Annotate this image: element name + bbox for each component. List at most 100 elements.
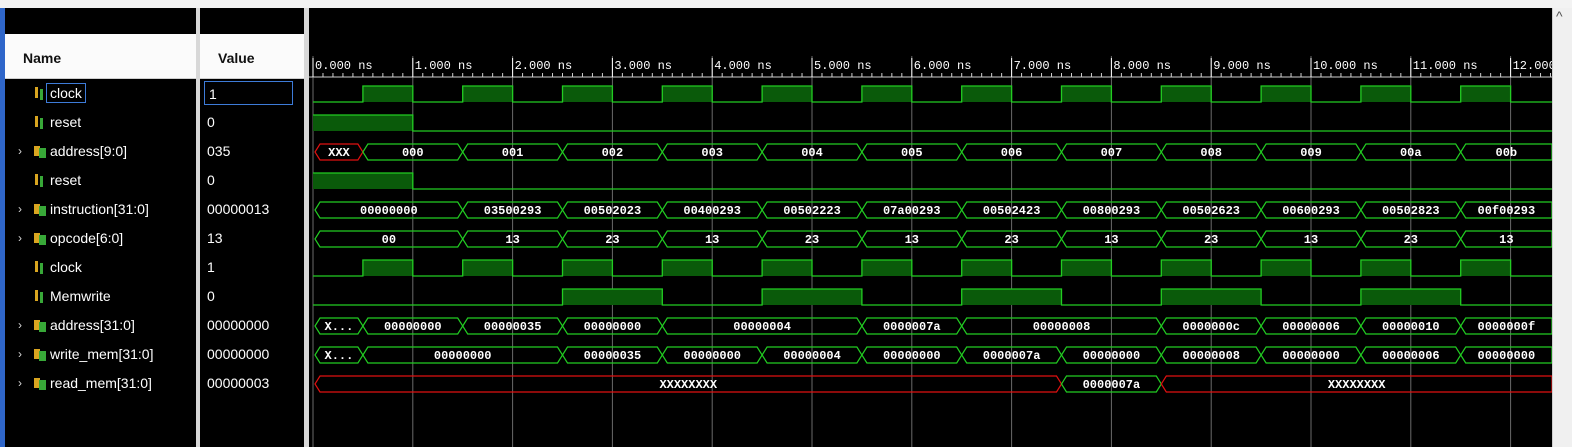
bus-value-label: 00800293 bbox=[1083, 204, 1141, 218]
bus-value-label: 009 bbox=[1300, 146, 1322, 160]
expand-chevron-icon[interactable]: › bbox=[18, 202, 22, 216]
signal-name-row[interactable]: › read_mem[31:0] bbox=[5, 370, 196, 398]
bus-value-label: 00000010 bbox=[1382, 320, 1440, 334]
name-column-label: Name bbox=[23, 50, 62, 66]
signal-name[interactable]: reset bbox=[50, 172, 81, 188]
bus-value-label: 00000000 bbox=[360, 204, 418, 218]
vertical-scrollbar[interactable]: ^ bbox=[1552, 8, 1572, 447]
bus-value-label: 00000008 bbox=[1182, 349, 1240, 363]
bus-value-label: 00000000 bbox=[584, 320, 642, 334]
waveform-high-fill bbox=[762, 260, 812, 276]
bus-value-label: 00502823 bbox=[1382, 204, 1440, 218]
waveform-high-fill bbox=[762, 289, 862, 305]
signal-value: 00000013 bbox=[207, 201, 270, 217]
bus-value-label: 00000008 bbox=[1033, 320, 1091, 334]
expand-chevron-icon[interactable]: › bbox=[18, 231, 22, 245]
expand-chevron-icon[interactable]: › bbox=[18, 347, 22, 361]
waveform-high-fill bbox=[762, 86, 812, 102]
bus-signal-icon bbox=[34, 377, 46, 391]
signal-value-row[interactable]: 035 bbox=[200, 138, 304, 166]
signal-value-row[interactable]: 0 bbox=[200, 109, 304, 137]
signal-name-row[interactable]: clock bbox=[5, 80, 196, 108]
bus-value-label: 00000000 bbox=[384, 320, 442, 334]
bus-value-label: 03500293 bbox=[484, 204, 542, 218]
value-column-header[interactable]: Value bbox=[200, 34, 304, 79]
signal-name[interactable]: read_mem[31:0] bbox=[50, 375, 152, 391]
name-column-header[interactable]: Name bbox=[5, 34, 196, 79]
expand-chevron-icon[interactable]: › bbox=[18, 318, 22, 332]
waveform-high-fill bbox=[362, 86, 413, 102]
bus-value-label: 23 bbox=[805, 233, 819, 247]
signal-value-row[interactable]: 13 bbox=[200, 225, 304, 253]
waveform-high-fill bbox=[1261, 260, 1311, 276]
waveform-high-fill bbox=[362, 260, 413, 276]
waveform-high-fill bbox=[313, 173, 413, 189]
waveform-high-fill bbox=[662, 86, 713, 102]
signal-value-row[interactable]: 0 bbox=[200, 167, 304, 195]
bus-signal-icon bbox=[34, 203, 46, 217]
time-tick-label: 5.000 ns bbox=[814, 59, 872, 73]
waveform-high-fill bbox=[1460, 260, 1511, 276]
signal-name[interactable]: instruction[31:0] bbox=[50, 201, 149, 217]
signal-name[interactable]: clock bbox=[50, 259, 82, 275]
signal-name-row[interactable]: reset bbox=[5, 109, 196, 137]
bus-value-label: 23 bbox=[1204, 233, 1218, 247]
signal-name[interactable]: write_mem[31:0] bbox=[50, 346, 153, 362]
signal-value-row[interactable]: 00000003 bbox=[200, 370, 304, 398]
signal-value-row[interactable]: 00000013 bbox=[200, 196, 304, 224]
signal-name[interactable]: Memwrite bbox=[50, 288, 111, 304]
bit-waveform bbox=[313, 172, 1552, 190]
signal-name-row[interactable]: › opcode[6:0] bbox=[5, 225, 196, 253]
signal-name[interactable]: opcode[6:0] bbox=[50, 230, 123, 246]
signal-name-row[interactable]: › write_mem[31:0] bbox=[5, 341, 196, 369]
signal-name-row[interactable]: reset bbox=[5, 167, 196, 195]
waveform-high-fill bbox=[562, 86, 613, 102]
waveform-canvas[interactable]: 0.000 ns 1.000 ns 2.000 ns 3.000 ns 4.000 ns… bbox=[309, 8, 1552, 447]
signal-name[interactable]: clock bbox=[46, 83, 86, 103]
signal-value-row[interactable]: 0 bbox=[200, 283, 304, 311]
bus-value-label: 00000000 bbox=[1478, 349, 1536, 363]
signal-value-row[interactable]: 1 bbox=[200, 254, 304, 282]
waveform-high-fill bbox=[1161, 86, 1212, 102]
signal-value: 0 bbox=[207, 288, 215, 304]
bus-signal-icon bbox=[34, 348, 46, 362]
bus-value-label: 00502223 bbox=[783, 204, 841, 218]
bus-value-label: 008 bbox=[1200, 146, 1222, 160]
waveform-panel[interactable]: 0.000 ns 1.000 ns 2.000 ns 3.000 ns 4.000 ns… bbox=[309, 8, 1552, 447]
signal-name[interactable]: address[31:0] bbox=[50, 317, 135, 333]
bus-value-label: 00f00293 bbox=[1478, 204, 1536, 218]
time-tick-label: 7.000 ns bbox=[1014, 59, 1072, 73]
bus-value-label: 005 bbox=[901, 146, 923, 160]
signal-value: 1 bbox=[207, 259, 215, 275]
bus-value-label: 00000000 bbox=[683, 349, 741, 363]
bus-value-label: 00000035 bbox=[584, 349, 642, 363]
bus-value-label: XXXXXXXX bbox=[659, 378, 717, 392]
bus-value-label: 23 bbox=[1404, 233, 1418, 247]
waveform-high-fill bbox=[1161, 289, 1262, 305]
bus-value-label: 004 bbox=[801, 146, 823, 160]
signal-name-row[interactable]: Memwrite bbox=[5, 283, 196, 311]
expand-chevron-icon[interactable]: › bbox=[18, 376, 22, 390]
bus-value-label: 00000000 bbox=[1083, 349, 1141, 363]
signal-name-row[interactable]: clock bbox=[5, 254, 196, 282]
signal-name-row[interactable]: › address[9:0] bbox=[5, 138, 196, 166]
signal-name[interactable]: reset bbox=[50, 114, 81, 130]
signal-value-row[interactable]: 00000000 bbox=[200, 341, 304, 369]
bus-value-label: 07a00293 bbox=[883, 204, 941, 218]
signal-value: 13 bbox=[207, 230, 223, 246]
bus-value-label: 0000000f bbox=[1478, 320, 1536, 334]
waveform-high-fill bbox=[961, 260, 1012, 276]
bus-value-label: 00502623 bbox=[1182, 204, 1240, 218]
bit-signal-icon bbox=[34, 87, 46, 101]
signal-value-row[interactable]: 00000000 bbox=[200, 312, 304, 340]
scroll-up-icon[interactable]: ^ bbox=[1556, 8, 1563, 24]
waveform-high-fill bbox=[313, 115, 413, 131]
signal-value-row[interactable]: 1 bbox=[200, 80, 304, 108]
time-tick-label: 6.000 ns bbox=[914, 59, 972, 73]
bus-value-label: X... bbox=[325, 320, 354, 334]
bus-value-label: XXX bbox=[328, 146, 350, 160]
signal-name-row[interactable]: › address[31:0] bbox=[5, 312, 196, 340]
signal-name-row[interactable]: › instruction[31:0] bbox=[5, 196, 196, 224]
expand-chevron-icon[interactable]: › bbox=[18, 144, 22, 158]
signal-name[interactable]: address[9:0] bbox=[50, 143, 127, 159]
